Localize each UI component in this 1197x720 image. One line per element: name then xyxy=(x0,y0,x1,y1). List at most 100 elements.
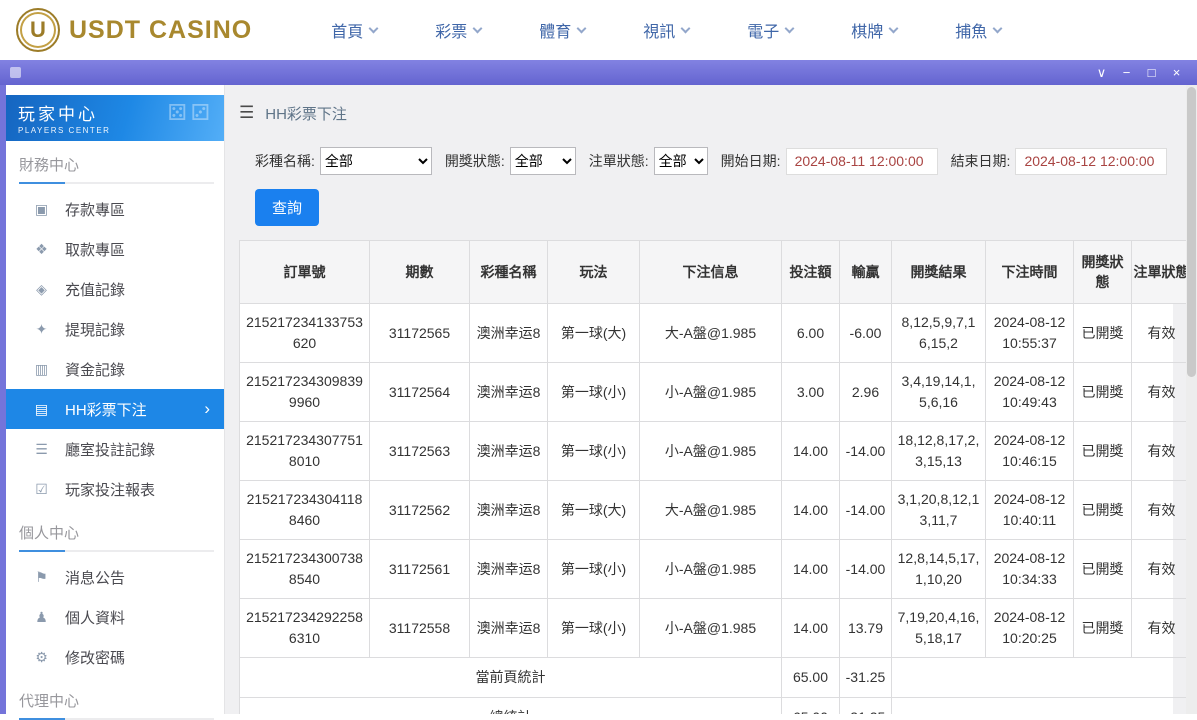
order-status-select[interactable]: 全部 xyxy=(654,147,708,175)
table-cell: 14.00 xyxy=(782,422,840,481)
table-cell: 澳洲幸运8 xyxy=(470,481,548,540)
profile-icon: ♟ xyxy=(33,609,50,626)
scrollbar[interactable] xyxy=(1186,85,1197,714)
minimize-button[interactable]: − xyxy=(1114,60,1139,85)
chevron-down-icon xyxy=(369,23,379,33)
sidebar-item-充值記錄[interactable]: ◈ 充值記錄 › xyxy=(6,269,224,309)
table-cell: 2152172342922586310 xyxy=(240,599,370,658)
draw-status-label: 開獎狀態: xyxy=(445,151,505,171)
table-cell: 215217234133753620 xyxy=(240,304,370,363)
nav-item-彩票[interactable]: 彩票 xyxy=(406,18,510,42)
column-header: 注單狀態 xyxy=(1132,241,1192,304)
change-password-icon: ⚙ xyxy=(33,649,50,666)
collapse-button[interactable]: ∨ xyxy=(1089,60,1114,85)
order-status-label: 注單狀態: xyxy=(589,151,649,171)
table-cell: 2024-08-12 10:20:25 xyxy=(986,599,1074,658)
table-cell: 第一球(小) xyxy=(548,599,640,658)
table-cell: 6.00 xyxy=(782,304,840,363)
nav-item-label: 彩票 xyxy=(435,18,467,42)
nav-item-label: 捕魚 xyxy=(955,18,987,42)
scrollbar-thumb[interactable] xyxy=(1187,87,1196,377)
nav-item-體育[interactable]: 體育 xyxy=(510,18,614,42)
column-header: 訂單號 xyxy=(240,241,370,304)
sidebar-section: 個人中心 ⚑ 消息公告 › ♟ 個人資料 › ⚙ 修改密碼 › xyxy=(6,509,224,677)
top-bar: U USDT CASINO 首頁 彩票 體育 視訊 電子 棋牌 捕魚 xyxy=(0,0,1197,60)
window-titlebar[interactable]: ∨−□× xyxy=(0,60,1197,85)
search-button[interactable]: 查詢 xyxy=(255,189,319,226)
sidebar-item-label: 存款專區 xyxy=(65,199,125,220)
sidebar-item-消息公告[interactable]: ⚑ 消息公告 › xyxy=(6,557,224,597)
section-label: 財務中心 xyxy=(6,141,224,182)
nav-item-電子[interactable]: 電子 xyxy=(718,18,822,42)
hamburger-icon[interactable]: ☰ xyxy=(239,103,254,123)
start-date-input[interactable] xyxy=(786,148,938,175)
logo: U USDT CASINO xyxy=(16,8,252,52)
sidebar-item-資金記錄[interactable]: ▥ 資金記錄 › xyxy=(6,349,224,389)
sidebar-item-HH彩票下注[interactable]: ▤ HH彩票下注 › xyxy=(6,389,224,429)
lottery-type-select[interactable]: 全部 xyxy=(320,147,432,175)
draw-status-select[interactable]: 全部 xyxy=(510,147,576,175)
table-cell: 有效 xyxy=(1132,540,1192,599)
table-cell: 澳洲幸运8 xyxy=(470,599,548,658)
chevron-right-icon: › xyxy=(204,399,210,419)
table-cell: 2152172343041188460 xyxy=(240,481,370,540)
sidebar-item-提現記錄[interactable]: ✦ 提現記錄 › xyxy=(6,309,224,349)
sidebar-sections: 財務中心 ▣ 存款專區 › ❖ 取款專區 › ◈ 充值記錄 › ✦ xyxy=(6,141,224,720)
table-cell: 31172558 xyxy=(370,599,470,658)
player-center-header: 玩家中心 PLAYERS CENTER ⚄⚂ xyxy=(6,95,224,141)
maximize-button[interactable]: □ xyxy=(1139,60,1164,85)
chevron-down-icon xyxy=(577,23,587,33)
table-cell: 14.00 xyxy=(782,599,840,658)
summary-label: 總統計 xyxy=(240,698,782,715)
dice-decoration-icon: ⚄⚂ xyxy=(168,100,214,126)
summary-label: 當前頁統計 xyxy=(240,658,782,698)
table-cell: 有效 xyxy=(1132,599,1192,658)
nav-item-捕魚[interactable]: 捕魚 xyxy=(926,18,1030,42)
table-cell: 2152172343007388540 xyxy=(240,540,370,599)
table-cell: 已開獎 xyxy=(1074,363,1132,422)
close-button[interactable]: × xyxy=(1164,60,1189,85)
nav-item-首頁[interactable]: 首頁 xyxy=(302,18,406,42)
column-header: 下注信息 xyxy=(640,241,782,304)
sidebar-section: 財務中心 ▣ 存款專區 › ❖ 取款專區 › ◈ 充值記錄 › ✦ xyxy=(6,141,224,509)
bet-table: 訂單號期數彩種名稱玩法下注信息投注額輸贏開獎結果下注時間開獎狀態注單狀態 215… xyxy=(239,240,1192,714)
table-cell: 已開獎 xyxy=(1074,422,1132,481)
table-cell: 31172562 xyxy=(370,481,470,540)
sidebar-item-玩家投注報表[interactable]: ☑ 玩家投注報表 › xyxy=(6,469,224,509)
sidebar-item-修改密碼[interactable]: ⚙ 修改密碼 › xyxy=(6,637,224,677)
sidebar-item-個人資料[interactable]: ♟ 個人資料 › xyxy=(6,597,224,637)
table-cell: 2.96 xyxy=(840,363,892,422)
summary-empty-cell xyxy=(892,658,1192,698)
announcement-icon: ⚑ xyxy=(33,569,50,586)
nav-item-label: 電子 xyxy=(747,18,779,42)
table-cell: 12,8,14,5,17,1,10,20 xyxy=(892,540,986,599)
breadcrumb: ☰ HH彩票下注 xyxy=(239,93,1173,133)
end-date-input[interactable] xyxy=(1015,148,1167,175)
table-cell: -14.00 xyxy=(840,540,892,599)
chevron-down-icon xyxy=(681,23,691,33)
table-row: 21521723413375362031172565澳洲幸运8第一球(大)大-A… xyxy=(240,304,1192,363)
table-cell: 有效 xyxy=(1132,363,1192,422)
table-cell: 2024-08-12 10:34:33 xyxy=(986,540,1074,599)
sidebar-item-label: 個人資料 xyxy=(65,607,125,628)
sidebar-item-存款專區[interactable]: ▣ 存款專區 › xyxy=(6,189,224,229)
table-cell: 13.79 xyxy=(840,599,892,658)
table-cell: 31172565 xyxy=(370,304,470,363)
column-header: 玩法 xyxy=(548,241,640,304)
nav-item-視訊[interactable]: 視訊 xyxy=(614,18,718,42)
column-header: 下注時間 xyxy=(986,241,1074,304)
nav-item-label: 首頁 xyxy=(331,18,363,42)
sidebar-item-取款專區[interactable]: ❖ 取款專區 › xyxy=(6,229,224,269)
table-cell: 14.00 xyxy=(782,540,840,599)
nav-item-棋牌[interactable]: 棋牌 xyxy=(822,18,926,42)
table-cell: 大-A盤@1.985 xyxy=(640,481,782,540)
sidebar-item-廳室投註記錄[interactable]: ☰ 廳室投註記錄 › xyxy=(6,429,224,469)
app-window: ∨−□× 玩家中心 PLAYERS CENTER ⚄⚂ 財務中心 ▣ 存款專區 … xyxy=(0,60,1197,714)
sidebar-item-label: 消息公告 xyxy=(65,567,125,588)
table-cell: 2152172343098399960 xyxy=(240,363,370,422)
table-cell: 已開獎 xyxy=(1074,304,1132,363)
sidebar-item-label: 取款專區 xyxy=(65,239,125,260)
column-header: 開獎狀態 xyxy=(1074,241,1132,304)
table-cell: 已開獎 xyxy=(1074,540,1132,599)
table-cell: 小-A盤@1.985 xyxy=(640,422,782,481)
